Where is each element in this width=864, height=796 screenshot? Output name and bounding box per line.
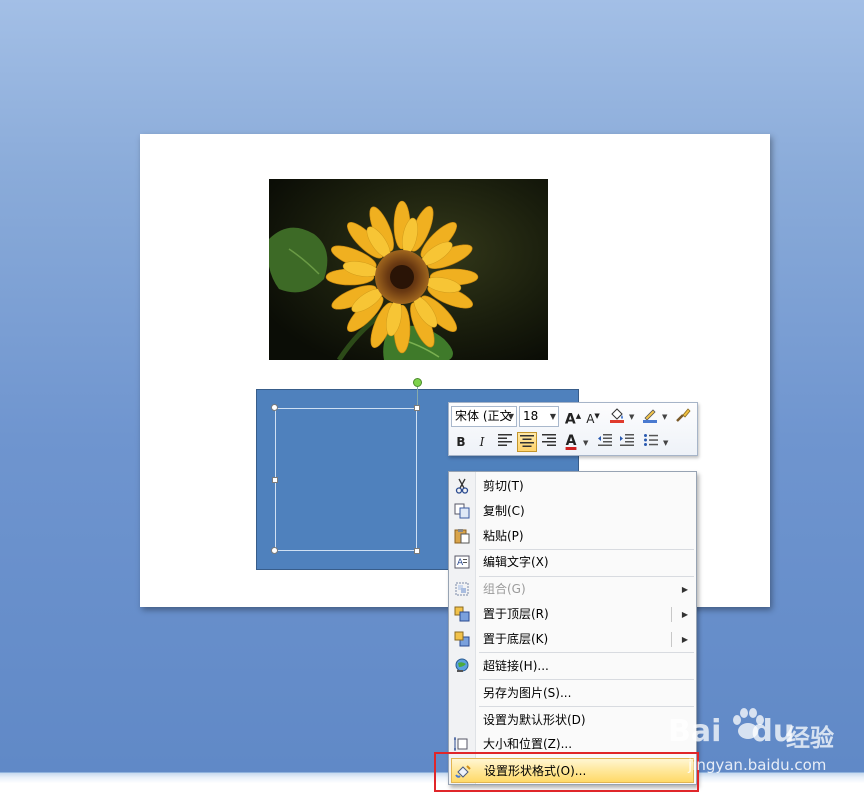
grow-font-icon: A <box>564 411 576 428</box>
align-center-icon <box>520 435 534 447</box>
paint-bucket-icon <box>610 408 624 423</box>
font-name-combo[interactable]: 宋体 (正文 ▼ <box>451 406 517 427</box>
selection-frame <box>275 408 417 551</box>
watermark-product: 经验 <box>786 724 834 752</box>
size-position-icon <box>453 736 470 753</box>
grow-font-button[interactable]: A▲ <box>563 406 583 428</box>
mini-formatting-toolbar: 宋体 (正文 ▼ 18 ▼ A▲ A▼ ▼ ▼ B I A ▼ ▼ <box>448 402 698 456</box>
copy-icon <box>453 503 470 520</box>
menu-item-label: 组合(G) <box>483 582 526 596</box>
resize-handle-top-left[interactable] <box>271 404 278 411</box>
send-to-back-icon <box>453 631 470 648</box>
menu-separator <box>479 706 694 707</box>
menu-item-group[interactable]: 组合(G) ▶ <box>449 577 696 602</box>
status-bar-strip <box>0 772 864 796</box>
menu-item-paste[interactable]: 粘贴(P) <box>449 524 696 549</box>
font-size-value: 18 <box>523 409 539 423</box>
increase-indent-button[interactable] <box>617 432 637 452</box>
font-color-button[interactable]: A <box>561 431 581 451</box>
italic-button[interactable]: I <box>472 432 492 452</box>
watermark-url: jingyan.baidu.com <box>688 756 827 774</box>
pen-color-icon <box>643 409 657 423</box>
format-painter-icon <box>676 408 691 422</box>
menu-item-bring-to-front[interactable]: 置于顶层(R) ▶ <box>449 602 696 627</box>
submenu-divider <box>671 607 672 622</box>
menu-item-label: 置于顶层(R) <box>483 607 549 621</box>
chevron-down-icon: ▼ <box>507 412 514 421</box>
font-name-value: 宋体 (正文 <box>455 409 512 423</box>
menu-item-save-as-picture[interactable]: 另存为图片(S)... <box>449 681 696 706</box>
format-painter-button[interactable] <box>673 406 693 426</box>
baidu-jingyan-watermark: Bai du 经验 jingyan.baidu.com <box>668 704 848 774</box>
hyperlink-icon <box>453 658 470 675</box>
menu-separator <box>479 679 694 680</box>
align-center-button[interactable] <box>517 432 537 452</box>
resize-handle-bottom[interactable] <box>414 548 420 554</box>
decrease-indent-icon <box>598 434 612 446</box>
menu-item-label: 复制(C) <box>483 504 525 518</box>
chevron-right-icon[interactable]: ▶ <box>682 627 688 652</box>
align-right-button[interactable] <box>539 432 559 452</box>
scissors-icon <box>453 478 470 495</box>
menu-item-label: 超链接(H)... <box>483 659 549 673</box>
decrease-indent-button[interactable] <box>595 432 615 452</box>
align-right-icon <box>542 434 556 446</box>
menu-item-label: 粘贴(P) <box>483 529 524 543</box>
bold-button[interactable]: B <box>451 432 471 452</box>
italic-icon: I <box>479 435 485 449</box>
bold-icon: B <box>456 435 466 449</box>
menu-item-set-default-shape[interactable]: 设置为默认形状(D) <box>449 708 696 733</box>
chevron-right-icon: ▶ <box>681 585 688 594</box>
font-size-combo[interactable]: 18 ▼ <box>519 406 559 427</box>
rotation-handle[interactable] <box>413 378 422 387</box>
resize-handle-bottom-left[interactable] <box>271 547 278 554</box>
menu-item-cut[interactable]: 剪切(T) <box>449 474 696 499</box>
menu-item-label: 设置为默认形状(D) <box>483 713 586 727</box>
align-left-button[interactable] <box>495 432 515 452</box>
resize-handle-top[interactable] <box>414 405 420 411</box>
resize-handle-left[interactable] <box>272 477 278 483</box>
edit-text-icon: A <box>453 554 470 571</box>
annotation-highlight-box <box>434 752 699 792</box>
menu-item-edit-text[interactable]: A 编辑文字(X) <box>449 550 696 575</box>
font-color-icon: A <box>565 433 577 449</box>
menu-item-send-to-back[interactable]: 置于底层(K) ▶ <box>449 627 696 652</box>
sunflower-illustration <box>269 179 548 360</box>
chevron-right-icon[interactable]: ▶ <box>682 602 688 627</box>
menu-separator <box>479 652 694 653</box>
align-left-icon <box>498 434 512 446</box>
paste-icon <box>453 528 470 545</box>
group-icon <box>453 581 470 598</box>
fill-color-button[interactable] <box>607 406 627 426</box>
chevron-down-icon: ▼ <box>549 412 556 421</box>
bring-to-front-icon <box>453 606 470 623</box>
paw-logo-icon <box>733 708 764 739</box>
chevron-down-icon[interactable]: ▼ <box>629 413 634 421</box>
sunflower-image[interactable] <box>269 179 548 360</box>
line-color-button[interactable] <box>640 406 660 426</box>
chevron-down-icon[interactable]: ▼ <box>663 439 668 447</box>
rotation-connector <box>417 387 418 407</box>
context-menu: 剪切(T) 复制(C) 粘贴(P) A 编辑文字(X) 组合(G) ▶ 置于顶层… <box>448 471 697 785</box>
menu-item-label: 编辑文字(X) <box>483 555 549 569</box>
shrink-font-button[interactable]: A▼ <box>583 406 603 426</box>
menu-item-hyperlink[interactable]: 超链接(H)... <box>449 654 696 679</box>
bullet-list-icon <box>644 434 658 446</box>
chevron-down-icon[interactable]: ▼ <box>583 439 588 447</box>
bullets-button[interactable] <box>641 432 661 452</box>
menu-item-label: 置于底层(K) <box>483 632 549 646</box>
menu-item-copy[interactable]: 复制(C) <box>449 499 696 524</box>
chevron-down-icon[interactable]: ▼ <box>662 413 667 421</box>
svg-text:A: A <box>457 558 464 568</box>
menu-item-label: 剪切(T) <box>483 479 524 493</box>
submenu-divider <box>671 632 672 647</box>
menu-item-label: 另存为图片(S)... <box>483 686 572 700</box>
increase-indent-icon <box>620 434 634 446</box>
